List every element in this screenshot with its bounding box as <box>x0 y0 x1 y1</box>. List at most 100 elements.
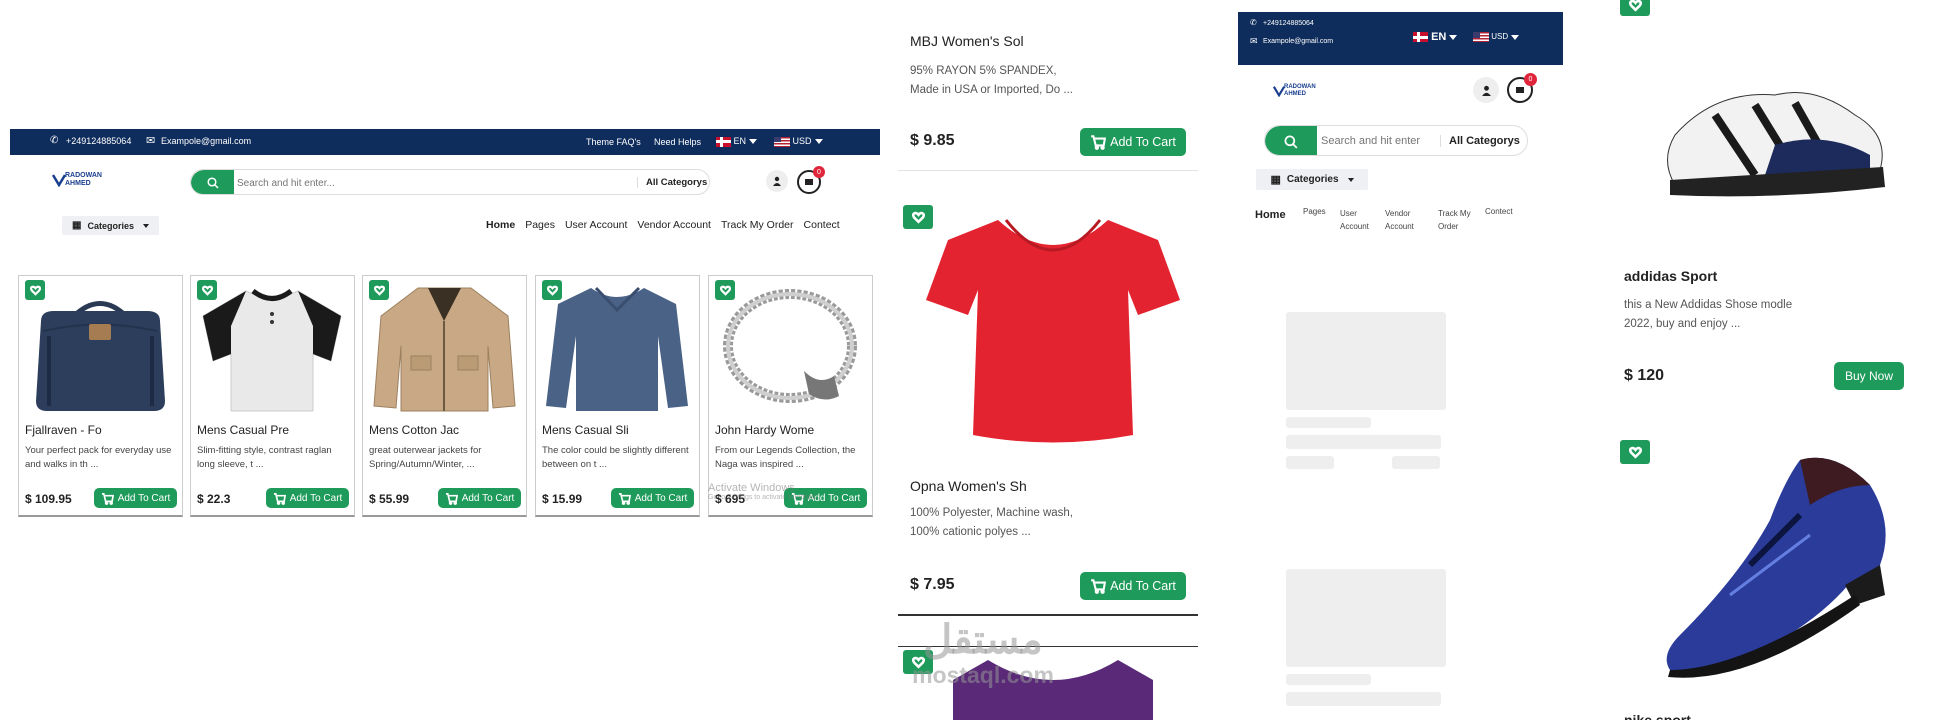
add-to-cart-label: Add To Cart <box>634 492 688 504</box>
add-to-cart-button[interactable]: Add To Cart <box>94 488 177 508</box>
product-card[interactable]: Mens Cotton Jac great outerwear jackets … <box>362 275 527 517</box>
mobile-product-list-panel: MBJ Women's Sol 95% RAYON 5% SPANDEX, Ma… <box>898 0 1198 720</box>
wishlist-button[interactable] <box>197 280 217 300</box>
logo-mark-icon <box>52 174 66 187</box>
phone-icon: ✆ <box>50 135 59 146</box>
nav-vendor-account[interactable]: Vendor Account <box>1385 207 1425 233</box>
categories-label: Categories <box>87 220 134 231</box>
product-title: Opna Women's Sh <box>910 478 1027 494</box>
add-to-cart-button[interactable]: Add To Cart <box>438 488 521 508</box>
nav-contect[interactable]: Contect <box>804 219 840 231</box>
watermark-line-2: Go to Settings to activate Windows. <box>708 494 819 501</box>
language-select[interactable]: EN <box>716 136 758 147</box>
categories-label: Categories <box>1286 174 1339 185</box>
nav-contect[interactable]: Contect <box>1485 207 1513 216</box>
us-flag-icon <box>1473 32 1489 42</box>
search-button[interactable] <box>1265 126 1317 155</box>
product-title: nike sport <box>1624 712 1691 720</box>
user-icon <box>773 176 781 186</box>
product-price: $ 55.99 <box>369 492 410 506</box>
mostaql-watermark: مستقل mostaql.com <box>908 618 1058 689</box>
product-title: John Hardy Wome <box>715 423 815 437</box>
wishlist-button[interactable] <box>715 280 735 300</box>
phone-icon: ✆ <box>1250 18 1257 27</box>
wishlist-button[interactable] <box>1620 0 1650 16</box>
cart-icon <box>101 492 114 505</box>
buy-now-button[interactable]: Buy Now <box>1834 362 1904 390</box>
cart-icon <box>618 492 631 505</box>
need-helps-link[interactable]: Need Helps <box>654 137 701 147</box>
nav-vendor-account[interactable]: Vendor Account <box>637 219 711 231</box>
product-card[interactable]: Mens Casual Sli The color could be sligh… <box>535 275 700 517</box>
wishlist-button[interactable] <box>25 280 45 300</box>
search-button[interactable] <box>191 170 234 194</box>
user-button[interactable] <box>766 170 788 192</box>
categories-button[interactable]: ▦ Categories <box>1256 169 1368 190</box>
wishlist-button[interactable] <box>369 280 389 300</box>
product-card[interactable]: Fjallraven - Fo Your perfect pack for ev… <box>18 275 183 517</box>
search-input[interactable] <box>1321 131 1436 151</box>
dress-shoe-image <box>1666 457 1886 678</box>
nav-pages[interactable]: Pages <box>1303 207 1326 216</box>
add-to-cart-button[interactable]: Add To Cart <box>266 488 349 508</box>
user-icon <box>1481 85 1491 96</box>
product-title: Mens Casual Pre <box>197 423 290 437</box>
search-bar: All Categorys <box>190 169 710 195</box>
divider <box>898 170 1198 171</box>
nav-home[interactable]: Home <box>1255 209 1286 221</box>
theme-faq-link[interactable]: Theme FAQ's <box>586 137 641 147</box>
phone-number: +249124885064 <box>66 136 132 146</box>
mail-icon: ✉ <box>146 135 156 147</box>
all-categorys-select[interactable]: All Categorys <box>1440 135 1520 147</box>
chevron-down-icon <box>749 139 758 145</box>
product-title: addidas Sport <box>1624 268 1718 284</box>
cart-button[interactable]: 0 <box>1507 73 1537 103</box>
chevron-down-icon <box>1449 34 1458 40</box>
grid-icon: ▦ <box>1270 174 1281 186</box>
add-to-cart-button[interactable]: Add To Cart <box>611 488 694 508</box>
language-select[interactable]: EN <box>1413 31 1458 43</box>
cart-icon <box>1516 87 1524 93</box>
top-bar: ✆ +249124885064 ✉ Exampole@gmail.com The… <box>10 129 880 155</box>
skeleton-image <box>1286 569 1446 667</box>
logo[interactable]: RADOWAN AHMED <box>1273 83 1333 101</box>
product-description: Slim-fitting style, contrast raglan long… <box>197 445 332 470</box>
all-categorys-select[interactable]: All Categorys <box>637 177 707 188</box>
watermark-line-1: Activate Windows <box>708 482 795 494</box>
cart-button[interactable]: 0 <box>797 166 825 194</box>
nav-track-my-order[interactable]: Track My Order <box>721 219 794 231</box>
search-bar: All Categorys <box>1264 125 1528 156</box>
nav-track-my-order[interactable]: Track My Order <box>1438 207 1480 233</box>
product-price: $ 109.95 <box>25 492 72 506</box>
currency-select[interactable]: USD <box>774 136 823 147</box>
logo[interactable]: RADOWAN AHMED <box>52 171 112 189</box>
product-description: great outerwear jackets for Spring/Autum… <box>369 445 482 470</box>
nav-pages[interactable]: Pages <box>525 219 555 231</box>
add-to-cart-label: Add To Cart <box>117 492 171 504</box>
cart-badge: 0 <box>1524 73 1537 86</box>
product-card[interactable]: Mens Casual Pre Slim-fitting style, cont… <box>190 275 355 517</box>
currency-value: USD <box>792 136 812 146</box>
product-price: $ 120 <box>1624 367 1665 384</box>
cart-icon <box>445 492 458 505</box>
heart-icon <box>29 285 41 296</box>
add-to-cart-button[interactable]: Add To Cart <box>1080 572 1186 600</box>
skeleton-line <box>1286 674 1371 685</box>
heart-icon <box>719 285 731 296</box>
nav-home[interactable]: Home <box>486 219 515 231</box>
user-button[interactable] <box>1473 77 1499 103</box>
currency-select[interactable]: USD <box>1473 32 1520 42</box>
logo-text-1: RADOWAN <box>65 172 102 179</box>
nav-user-account[interactable]: User Account <box>565 219 627 231</box>
product-price: $ 7.95 <box>910 576 955 593</box>
currency-value: USD <box>1491 32 1509 42</box>
product-title: Mens Cotton Jac <box>369 423 460 437</box>
nav-user-account[interactable]: User Account <box>1340 207 1378 233</box>
red-tshirt-image <box>926 219 1180 443</box>
wishlist-button[interactable] <box>542 280 562 300</box>
product-card[interactable]: John Hardy Wome From our Legends Collect… <box>708 275 873 517</box>
buy-now-label: Buy Now <box>1844 369 1894 383</box>
add-to-cart-button[interactable]: Add To Cart <box>1080 128 1186 156</box>
categories-button[interactable]: ▦ Categories <box>62 216 159 235</box>
search-input[interactable] <box>237 173 617 193</box>
